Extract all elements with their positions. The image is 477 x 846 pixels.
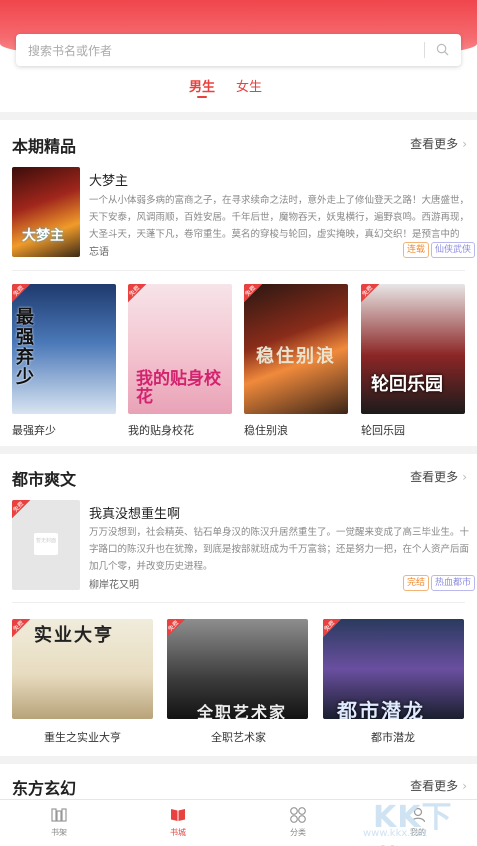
status-badge: 连载 [403, 242, 430, 258]
section-title: 东方玄幻 [12, 779, 77, 798]
nav-label: 分类 [290, 828, 306, 837]
watermark-url: www.kkx.net [363, 828, 427, 839]
tab-male[interactable]: 男生 [189, 76, 215, 95]
see-more-link[interactable]: 查看更多 › [410, 468, 467, 485]
book-title[interactable]: 全职艺术家 [211, 729, 266, 745]
nav-label: 书架 [51, 828, 67, 837]
cover-title-text: 轮回乐园 [371, 374, 443, 395]
cover-title-text: 都市潜龙 [337, 699, 425, 719]
search-placeholder[interactable]: 搜索书名或作者 [28, 42, 112, 59]
placeholder-cover-icon [34, 533, 58, 555]
book-cover[interactable]: 免费 我的贴身校花 [128, 284, 232, 414]
site-watermark: KK下载 www.kkx.net [359, 790, 469, 846]
section-title: 都市爽文 [12, 470, 77, 489]
see-more-link[interactable]: 查看更多 › [410, 135, 467, 152]
nav-bookshelf[interactable]: 书架 [29, 806, 89, 838]
book-title[interactable]: 最强弃少 [12, 422, 56, 438]
free-badge: 免费 [323, 619, 349, 645]
free-badge: 免费 [167, 619, 193, 645]
chevron-right-icon: › [462, 137, 467, 151]
cover-title-text: 稳住别浪 [256, 346, 336, 367]
free-badge: 免费 [128, 284, 154, 310]
section-urban: 都市爽文 查看更多 › 免费 暂无封面 我真没想重生啊 万万没想到，社会精英、钻石… [0, 454, 477, 756]
book-cover[interactable]: 免费 轮回乐园 [361, 284, 465, 414]
free-badge-label: 免费 [361, 284, 375, 298]
nav-bookstore[interactable]: 书城 [148, 806, 208, 838]
book-title[interactable]: 稳住别浪 [244, 422, 288, 438]
nav-label: 书城 [170, 828, 186, 837]
section-featured: 本期精品 查看更多 › 大梦主 大梦主 一个从小体弱多病的富商之子，在寻求续命之法… [0, 120, 477, 446]
featured-book-description: 万万没想到，社会精英、钻石单身汉的陈汉升居然重生了。一觉醒来变成了高三毕业生。十… [89, 527, 469, 572]
active-tab-indicator [197, 96, 207, 98]
book-cover[interactable]: 大梦主 [12, 167, 80, 257]
featured-book-title[interactable]: 大梦主 [89, 170, 128, 189]
book-cover[interactable]: 免费 全职艺术家 [167, 619, 308, 719]
search-icon[interactable] [436, 43, 449, 56]
placeholder-cover-text: 暂无封面 [36, 538, 57, 544]
tab-female[interactable]: 女生 [236, 76, 262, 95]
nav-category[interactable]: 分类 [268, 806, 328, 838]
see-more-label: 查看更多 [410, 137, 459, 151]
chevron-right-icon: › [462, 470, 467, 484]
book-title[interactable]: 都市潜龙 [371, 729, 415, 745]
featured-book-title[interactable]: 我真没想重生啊 [89, 503, 180, 522]
genre-badge: 热血都市 [431, 575, 476, 591]
divider [12, 602, 465, 603]
book-title[interactable]: 我的贴身校花 [128, 422, 194, 438]
free-badge: 免费 [244, 284, 270, 310]
free-badge-label: 免费 [244, 284, 258, 298]
book-title[interactable]: 轮回乐园 [361, 422, 405, 438]
status-badge: 完结 [403, 575, 430, 591]
free-badge-label: 免费 [323, 619, 337, 633]
book-cover[interactable]: 免费 最强弃少 [12, 284, 116, 414]
free-badge: 免费 [361, 284, 387, 310]
see-more-label: 查看更多 [410, 470, 459, 484]
book-cover[interactable]: 免费 暂无封面 [12, 500, 80, 590]
free-badge-label: 免费 [167, 619, 181, 633]
free-badge: 免费 [12, 500, 38, 526]
bookshelf-icon [51, 808, 67, 822]
free-badge-label: 免费 [12, 500, 26, 514]
category-icon [290, 807, 306, 823]
book-cover[interactable]: 免费 实业大亨 [12, 619, 153, 719]
header: 搜索书名或作者 男生 女生 [0, 0, 477, 112]
cover-title-text: 全职艺术家 [197, 703, 288, 719]
cover-title-text: 大梦主 [22, 228, 64, 244]
search-divider [424, 42, 425, 58]
genre-badge: 仙侠武侠 [431, 242, 476, 258]
cover-title-text: 最强弃少 [16, 307, 34, 388]
free-badge-label: 免费 [12, 619, 26, 633]
free-badge-label: 免费 [128, 284, 142, 298]
free-badge-label: 免费 [12, 284, 26, 298]
cover-title-text: 我的贴身校花 [136, 369, 221, 407]
divider [12, 270, 465, 271]
book-title[interactable]: 重生之实业大亨 [44, 729, 121, 745]
featured-book-description: 一个从小体弱多病的富商之子，在寻求续命之法时，意外走上了修仙登天之路！大唐盛世，… [89, 195, 469, 240]
search-bar[interactable]: 搜索书名或作者 [16, 34, 461, 66]
cover-title-text: 实业大亨 [34, 625, 114, 646]
featured-book-author: 忘语 [89, 247, 109, 258]
book-cover[interactable]: 免费 稳住别浪 [244, 284, 348, 414]
book-cover[interactable]: 免费 都市潜龙 [323, 619, 464, 719]
featured-book-author: 柳岸花又明 [89, 580, 139, 591]
section-title: 本期精品 [12, 137, 77, 156]
bookstore-icon [171, 809, 185, 821]
